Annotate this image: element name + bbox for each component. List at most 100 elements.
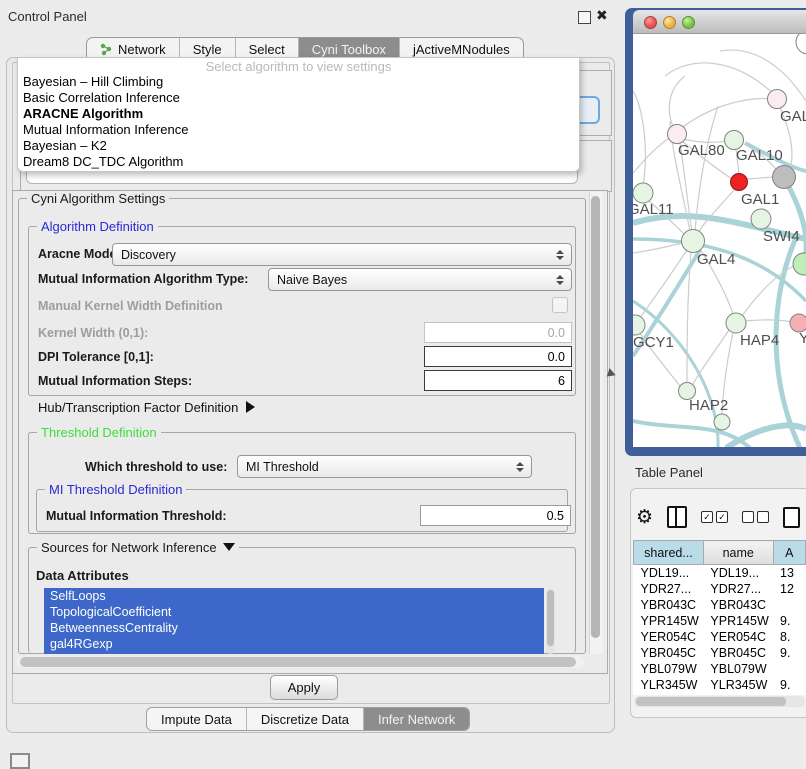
column-header-name[interactable]: name [703, 541, 773, 565]
mi-threshold-label: Mutual Information Threshold: [46, 509, 227, 523]
table-cell: YER054C [703, 629, 773, 645]
dpi-tolerance-field[interactable]: 0.0 [424, 346, 572, 367]
float-window-icon[interactable] [578, 11, 591, 24]
tab-infer-network[interactable]: Infer Network [364, 708, 469, 730]
algorithm-option-dream8-dc-tdc-algorithm[interactable]: Dream8 DC_TDC Algorithm [18, 154, 579, 170]
table-row[interactable]: YBR045CYBR045C9. [634, 645, 806, 661]
which-threshold-combo[interactable]: MI Threshold [237, 455, 532, 478]
settings-horizontal-scrollbar-thumb[interactable] [20, 657, 576, 667]
mi-steps-field[interactable]: 6 [424, 370, 572, 391]
table-cell: YPR145W [703, 613, 773, 629]
minimized-panel-icon[interactable] [10, 753, 30, 769]
combo-arrows-icon [552, 275, 571, 285]
network-icon [100, 43, 113, 56]
threshold-definition-legend: Threshold Definition [37, 425, 161, 440]
close-icon[interactable]: ✖ [596, 7, 608, 24]
network-node-hap4[interactable] [726, 313, 746, 333]
table-row[interactable]: YBR043CYBR043C [634, 597, 806, 613]
table-cell: YBL079W [703, 661, 773, 677]
table-cell: 8. [773, 629, 805, 645]
mi-threshold-field[interactable]: 0.5 [420, 505, 571, 526]
algorithm-definition-legend: Algorithm Definition [37, 219, 158, 234]
table-cell: YDR27... [634, 581, 704, 597]
table-cell: YER054C [634, 629, 704, 645]
table-cell: YBR043C [634, 597, 704, 613]
table-cell [773, 597, 805, 613]
network-node-gal4[interactable] [682, 230, 705, 253]
combo-arrows-icon [552, 250, 571, 260]
node-attribute-table[interactable]: shared...nameAYDL19...YDL19...13YDR27...… [633, 540, 806, 695]
algorithm-option-basic-correlation-inference[interactable]: Basic Correlation Inference [18, 90, 579, 106]
mi-type-value: Naive Bayes [269, 273, 552, 287]
network-edge [677, 98, 775, 131]
algorithm-dropdown[interactable]: Select algorithm to view settings Bayesi… [17, 57, 580, 172]
table-row[interactable]: YER054CYER054C8. [634, 629, 806, 645]
network-node-gal[interactable] [768, 90, 787, 109]
table-cell: 9. [773, 613, 805, 629]
algorithm-option-bayesian-k2[interactable]: Bayesian – K2 [18, 138, 579, 154]
algorithm-option-mutual-information-inference[interactable]: Mutual Information Inference [18, 122, 579, 138]
network-node-gal11[interactable] [633, 183, 653, 203]
gear-icon[interactable]: ⚙ [636, 508, 653, 527]
table-row[interactable]: YIL052CYIL052C9. [634, 693, 806, 695]
apply-button[interactable]: Apply [270, 675, 338, 700]
checked-boxes-icon[interactable]: ✓✓ [701, 511, 728, 523]
mi-threshold-legend: MI Threshold Definition [45, 482, 186, 497]
node-label-hap2: HAP2 [689, 397, 728, 414]
table-row[interactable]: YLR345WYLR345W9. [634, 677, 806, 693]
sources-legend[interactable]: Sources for Network Inference [37, 540, 239, 555]
zoom-traffic-light[interactable] [682, 16, 695, 29]
network-node-gal80[interactable] [668, 125, 687, 144]
algorithm-option-aracne-algorithm[interactable]: ARACNE Algorithm [18, 106, 579, 122]
mi-type-combo[interactable]: Naive Bayes [268, 268, 572, 291]
table-cell: YBR043C [703, 597, 773, 613]
table-cell: 9. [773, 645, 805, 661]
table-row[interactable]: YBL079WYBL079W [634, 661, 806, 677]
tab-impute-data[interactable]: Impute Data [147, 708, 247, 730]
table-row[interactable]: YDL19...YDL19...13 [634, 565, 806, 582]
tab-label: Cyni Toolbox [312, 42, 386, 57]
node-label-gal10: GAL10 [736, 147, 783, 164]
table-cell: YDL19... [703, 565, 773, 582]
mi-type-label: Mutual Information Algorithm Type: [38, 272, 248, 286]
network-canvas[interactable]: GALGAL80GAL10GAL1GAL11SWI4GAL4GCY1HAP4YH… [633, 34, 806, 447]
minimize-traffic-light[interactable] [663, 16, 676, 29]
network-window-titlebar[interactable] [633, 10, 806, 34]
node-label-gal1: GAL1 [741, 191, 779, 208]
network-node-gcy1[interactable] [633, 315, 645, 335]
node-label-y: Y [799, 330, 806, 347]
settings-vertical-scrollbar-thumb[interactable] [591, 196, 600, 638]
table-horizontal-scrollbar-thumb[interactable] [636, 697, 786, 706]
tab-label: Style [193, 42, 222, 57]
network-node[interactable] [796, 34, 806, 54]
network-node[interactable] [714, 414, 730, 430]
network-node-gal1[interactable] [731, 174, 748, 191]
control-panel-titlebar [0, 0, 620, 34]
tab-discretize-data[interactable]: Discretize Data [247, 708, 364, 730]
network-edge [693, 330, 729, 384]
which-threshold-value: MI Threshold [238, 460, 512, 474]
table-row[interactable]: YPR145WYPR145W9. [634, 613, 806, 629]
page-icon[interactable] [783, 507, 800, 528]
network-node[interactable] [773, 166, 796, 189]
split-columns-icon[interactable] [667, 506, 687, 528]
unchecked-boxes-icon[interactable] [742, 511, 769, 523]
table-cell: YDR27... [703, 581, 773, 597]
collapsed-arrow-icon [246, 401, 255, 413]
close-traffic-light[interactable] [644, 16, 657, 29]
network-edge [633, 136, 672, 173]
algorithm-dropdown-placeholder: Select algorithm to view settings [18, 58, 579, 74]
bottom-tabs: Impute DataDiscretize DataInfer Network [146, 707, 470, 731]
algorithm-option-bayesian-hill-climbing[interactable]: Bayesian – Hill Climbing [18, 74, 579, 90]
control-panel-title: Control Panel [8, 9, 87, 24]
network-node-swi4[interactable] [751, 209, 771, 229]
table-row[interactable]: YDR27...YDR27...12 [634, 581, 806, 597]
hub-definition-toggle[interactable]: Hub/Transcription Factor Definition [38, 400, 255, 415]
kernel-width-field[interactable]: 0.0 [424, 322, 572, 343]
manual-kernel-checkbox[interactable] [552, 297, 568, 313]
aracne-mode-combo[interactable]: Discovery [112, 243, 572, 266]
attributes-scrollbar-thumb[interactable] [547, 590, 554, 646]
column-header-shared[interactable]: shared... [634, 541, 704, 565]
network-node[interactable] [793, 253, 806, 275]
column-header-a[interactable]: A [773, 541, 805, 565]
